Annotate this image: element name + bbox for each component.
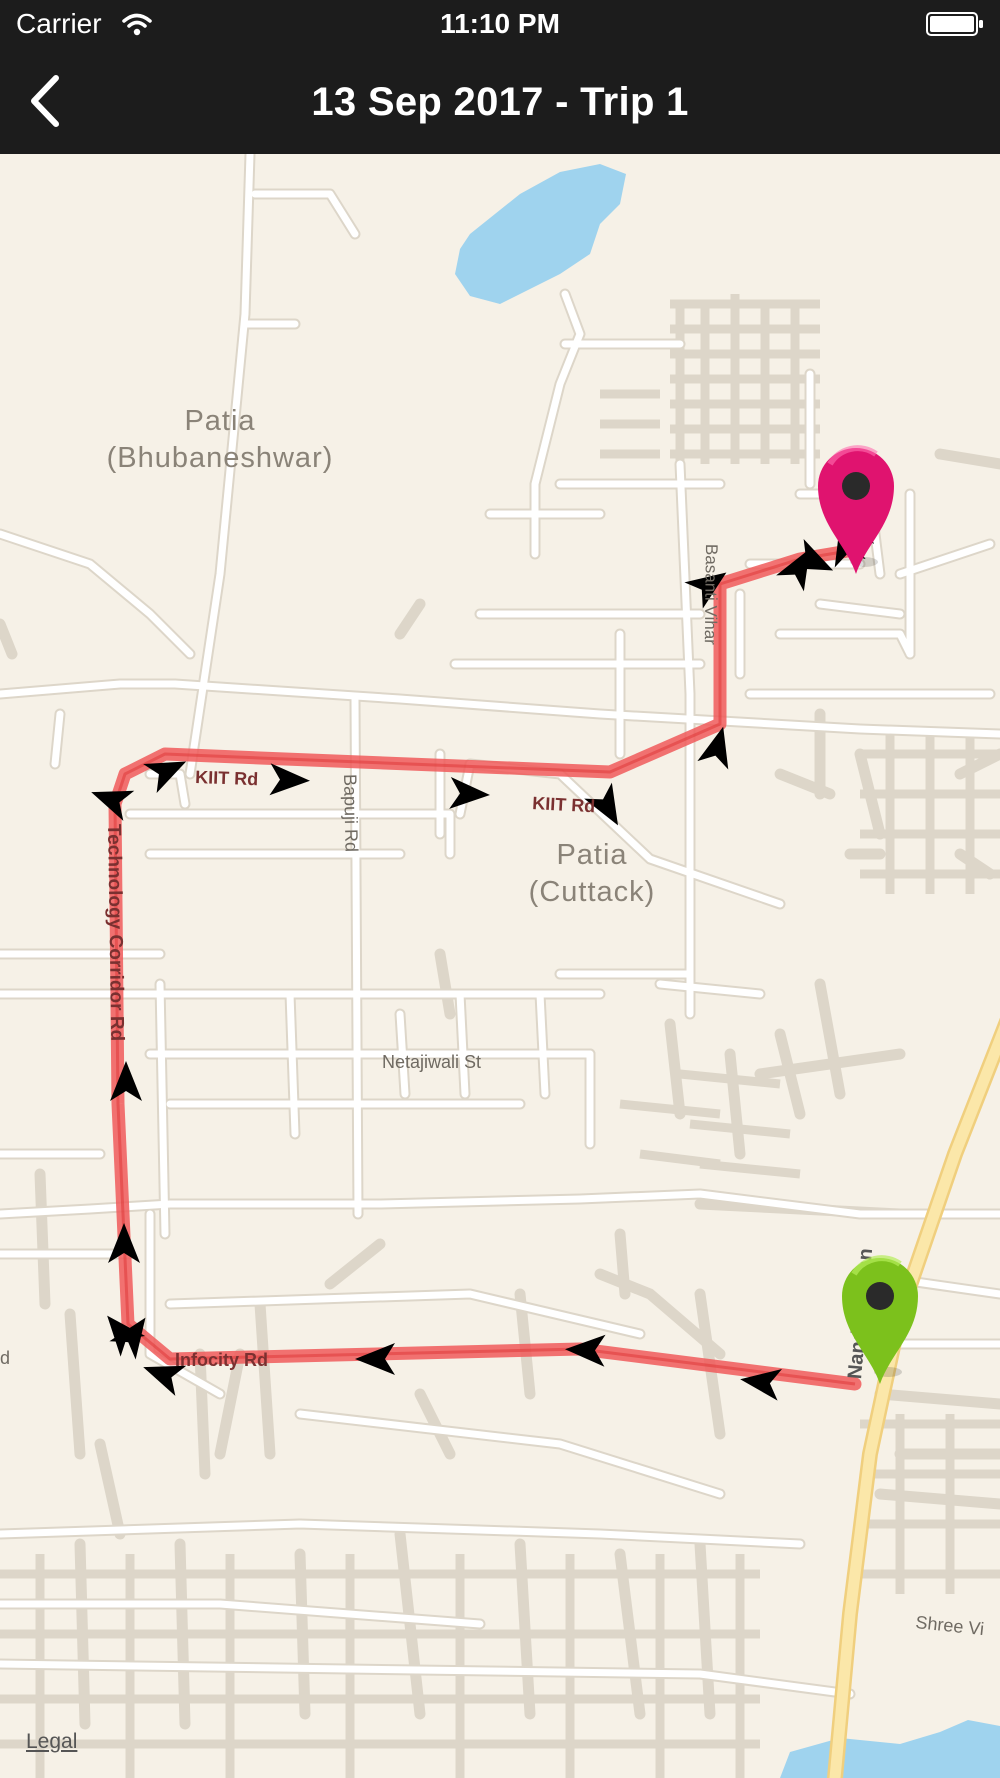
battery-icon (926, 12, 983, 36)
road-label-basanti-vihar: Basanti Vihar (701, 544, 721, 645)
route-arrow (269, 763, 310, 796)
road-label-bapuji-rd: Bapuji Rd (340, 774, 362, 852)
river (780, 1720, 1000, 1778)
lake (455, 164, 626, 304)
status-bar: Carrier 11:10 PM (0, 0, 1000, 50)
trip-detail-screen: Carrier 11:10 PM 13 Sep 2017 - Trip 1 Pa… (0, 0, 1000, 1778)
status-time: 11:10 PM (440, 8, 560, 39)
trip-map[interactable]: Patia (Bhubaneshwar) Patia (Cuttack) KII… (0, 154, 1000, 1778)
navigation-bar: 13 Sep 2017 - Trip 1 (0, 50, 1000, 154)
page-title: 13 Sep 2017 - Trip 1 (311, 80, 689, 124)
road-label-kiit-rd-2: KIIT Rd (532, 793, 596, 816)
road-label-kiit-rd: KIIT Rd (195, 767, 259, 789)
area-label-bhubaneshwar: (Bhubaneshwar) (107, 442, 334, 474)
area-label-patia-cuttack: Patia (556, 839, 627, 871)
legal-link[interactable]: Legal (26, 1730, 77, 1754)
road-grid-ne (600, 294, 1000, 894)
trip-route (108, 542, 867, 1391)
road-label-shree-vi: Shree Vi (915, 1612, 985, 1639)
road-label-technology-corridor-rd: Technology Corridor Rd (103, 824, 127, 1042)
road-label-netajiwali-st: Netajiwali St (382, 1052, 481, 1072)
area-label-cuttack: (Cuttack) (529, 876, 656, 908)
area-label-patia-bhubaneshwar: Patia (184, 405, 255, 437)
route-direction-arrows (91, 504, 874, 1401)
road-network (0, 154, 1000, 1730)
road-label-infocity-rd: Infocity Rd (175, 1350, 268, 1370)
road-label-edge-d: d (0, 1348, 10, 1368)
map-canvas[interactable]: Patia (Bhubaneshwar) Patia (Cuttack) KII… (0, 154, 1000, 1778)
